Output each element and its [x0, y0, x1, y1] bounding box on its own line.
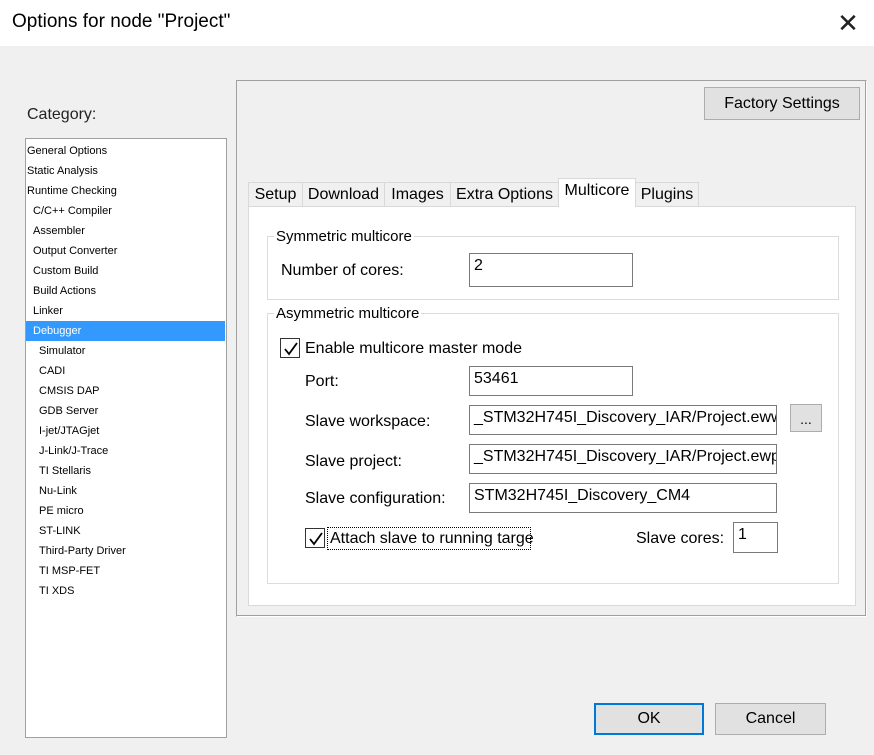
- category-label: Category:: [27, 106, 97, 123]
- category-item[interactable]: I-jet/JTAGjet: [26, 421, 226, 441]
- tab-extra-options[interactable]: Extra Options: [450, 182, 559, 207]
- ok-button[interactable]: OK: [594, 703, 704, 735]
- enable-master-mode-checkbox[interactable]: [280, 338, 300, 358]
- enable-master-mode-label[interactable]: Enable multicore master mode: [305, 340, 522, 358]
- title-bar: Options for node "Project" ✕: [0, 0, 874, 46]
- category-item[interactable]: CADI: [26, 361, 226, 381]
- browse-workspace-button[interactable]: ...: [790, 404, 822, 432]
- category-item[interactable]: Nu-Link: [26, 481, 226, 501]
- port-label: Port:: [305, 373, 339, 390]
- window-title: Options for node "Project": [12, 11, 231, 32]
- category-item[interactable]: Custom Build: [26, 261, 226, 281]
- category-item[interactable]: Output Converter: [26, 241, 226, 261]
- attach-slave-label[interactable]: Attach slave to running targe: [330, 530, 534, 548]
- symmetric-group-title: Symmetric multicore: [274, 228, 414, 245]
- checkmark-icon: [284, 342, 298, 356]
- factory-settings-button[interactable]: Factory Settings: [704, 87, 860, 120]
- category-list[interactable]: General Options Static Analysis Runtime Ch…: [25, 138, 227, 738]
- attach-slave-checkbox[interactable]: [305, 528, 325, 548]
- slave-project-field[interactable]: _STM32H745I_Discovery_IAR/Project.ewp: [469, 444, 777, 474]
- number-of-cores-label: Number of cores:: [281, 262, 404, 279]
- category-item[interactable]: C/C++ Compiler: [26, 201, 226, 221]
- cancel-button[interactable]: Cancel: [715, 703, 826, 735]
- asymmetric-group-title: Asymmetric multicore: [274, 305, 422, 322]
- category-item[interactable]: GDB Server: [26, 401, 226, 421]
- slave-configuration-label: Slave configuration:: [305, 490, 446, 507]
- close-icon[interactable]: ✕: [828, 4, 868, 42]
- category-item[interactable]: TI MSP-FET: [26, 561, 226, 581]
- category-item[interactable]: J-Link/J-Trace: [26, 441, 226, 461]
- category-item[interactable]: General Options: [26, 141, 226, 161]
- slave-workspace-field[interactable]: _STM32H745I_Discovery_IAR/Project.eww: [469, 405, 777, 435]
- slave-cores-field[interactable]: 1: [733, 522, 778, 553]
- slave-project-label: Slave project:: [305, 453, 402, 470]
- tab-download[interactable]: Download: [302, 182, 385, 207]
- category-item[interactable]: Debugger: [26, 321, 225, 341]
- category-item[interactable]: Static Analysis: [26, 161, 226, 181]
- number-of-cores-field[interactable]: 2: [469, 253, 633, 287]
- category-item[interactable]: TI XDS: [26, 581, 226, 601]
- port-field[interactable]: 53461: [469, 366, 633, 396]
- category-item[interactable]: Assembler: [26, 221, 226, 241]
- category-item[interactable]: Linker: [26, 301, 226, 321]
- tab-plugins[interactable]: Plugins: [635, 182, 699, 207]
- slave-configuration-field[interactable]: STM32H745I_Discovery_CM4: [469, 483, 777, 513]
- category-item[interactable]: Third-Party Driver: [26, 541, 226, 561]
- category-item[interactable]: Runtime Checking: [26, 181, 226, 201]
- category-item[interactable]: TI Stellaris: [26, 461, 226, 481]
- tab-images[interactable]: Images: [384, 182, 451, 207]
- checkmark-icon: [309, 532, 323, 546]
- category-item[interactable]: Build Actions: [26, 281, 226, 301]
- tab-setup[interactable]: Setup: [248, 182, 303, 207]
- slave-cores-label: Slave cores:: [636, 530, 725, 547]
- category-item[interactable]: CMSIS DAP: [26, 381, 226, 401]
- tab-multicore[interactable]: Multicore: [558, 178, 636, 207]
- category-item[interactable]: ST-LINK: [26, 521, 226, 541]
- slave-workspace-label: Slave workspace:: [305, 413, 431, 430]
- category-item[interactable]: Simulator: [26, 341, 226, 361]
- category-item[interactable]: PE micro: [26, 501, 226, 521]
